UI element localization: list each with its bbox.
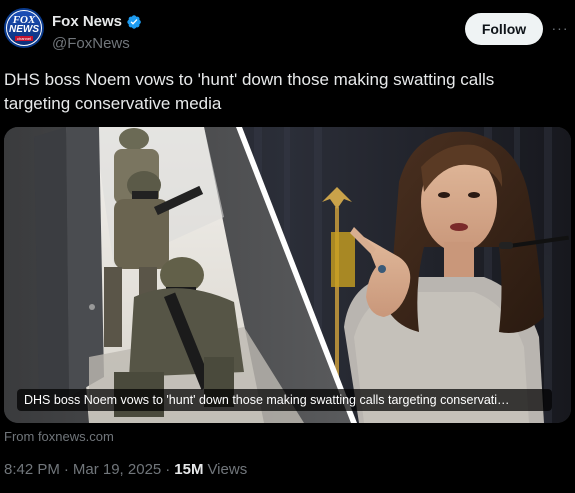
avatar[interactable]: FOX NEWS channel [4, 8, 44, 48]
link-source[interactable]: From foxnews.com [4, 429, 114, 444]
views-label: Views [207, 461, 248, 478]
author-handle[interactable]: @FoxNews [52, 35, 130, 52]
author-name-row: Fox News [52, 13, 142, 30]
views-count: 15M [174, 461, 204, 478]
meta-separator: · [165, 461, 171, 478]
meta-separator: · [63, 461, 69, 478]
post-time[interactable]: 8:42 PM [4, 461, 60, 478]
display-name[interactable]: Fox News [52, 13, 122, 30]
post-date[interactable]: Mar 19, 2025 [73, 461, 161, 478]
logo-text-news: NEWS [9, 24, 39, 35]
more-options-icon[interactable]: ··· [550, 18, 570, 38]
link-card-media[interactable]: DHS boss Noem vows to 'hunt' down those … [4, 127, 571, 423]
article-image [4, 127, 571, 423]
media-caption: DHS boss Noem vows to 'hunt' down those … [17, 389, 552, 411]
post: FOX NEWS channel Fox News @FoxNews Follo… [0, 0, 575, 493]
post-meta: 8:42 PM · Mar 19, 2025 · 15M Views [4, 461, 247, 478]
fox-news-logo: FOX NEWS channel [6, 10, 42, 46]
logo-text-channel: channel [14, 36, 33, 41]
follow-button[interactable]: Follow [465, 13, 543, 45]
post-text: DHS boss Noem vows to 'hunt' down those … [4, 70, 495, 113]
verified-badge-icon [127, 14, 141, 29]
